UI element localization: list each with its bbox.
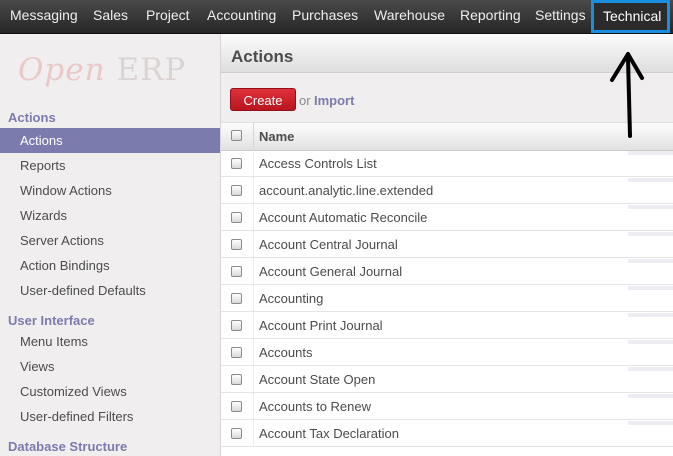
row-edge-shade xyxy=(628,421,673,425)
table-row[interactable]: Account State Open xyxy=(221,366,673,393)
column-name-header[interactable]: Name xyxy=(259,129,294,144)
row-divider xyxy=(253,393,254,419)
menu-purchases[interactable]: Purchases xyxy=(292,0,358,33)
menu-settings[interactable]: Settings xyxy=(535,0,586,33)
row-edge-shade xyxy=(628,205,673,209)
row-edge-shade xyxy=(628,151,673,155)
sidebar-item-action-bindings[interactable]: Action Bindings xyxy=(0,253,220,278)
row-checkbox[interactable] xyxy=(231,185,242,196)
table-row[interactable]: Accounts xyxy=(221,339,673,366)
section-actions-title: Actions xyxy=(8,110,56,125)
logo-open-text: Open xyxy=(18,52,106,88)
row-name-cell[interactable]: Account Tax Declaration xyxy=(259,426,399,441)
menu-reporting[interactable]: Reporting xyxy=(460,0,521,33)
row-name-cell[interactable]: Account Automatic Reconcile xyxy=(259,210,427,225)
table-row[interactable]: Accounts to Renew xyxy=(221,393,673,420)
table-row[interactable]: Account Tax Declaration xyxy=(221,420,673,447)
sidebar-item-customized-views[interactable]: Customized Views xyxy=(0,379,220,404)
openerp-logo: Open ERP xyxy=(18,52,186,88)
sidebar-item-user-defined-filters[interactable]: User-defined Filters xyxy=(0,404,220,429)
row-divider xyxy=(253,285,254,311)
sidebar-item-server-actions[interactable]: Server Actions xyxy=(0,228,220,253)
row-edge-shade xyxy=(628,340,673,344)
table-row[interactable]: Access Controls List xyxy=(221,150,673,177)
row-checkbox[interactable] xyxy=(231,266,242,277)
table-row[interactable]: Account Print Journal xyxy=(221,312,673,339)
row-name-cell[interactable]: Account State Open xyxy=(259,372,375,387)
or-text: or xyxy=(299,93,311,108)
sidebar: Open ERP Actions Actions Reports Window … xyxy=(0,34,221,456)
row-divider xyxy=(253,420,254,446)
row-divider xyxy=(253,231,254,257)
row-name-cell[interactable]: Accounts to Renew xyxy=(259,399,371,414)
menu-sales[interactable]: Sales xyxy=(93,0,128,33)
row-edge-shade xyxy=(628,394,673,398)
table-row[interactable]: Account Central Journal xyxy=(221,231,673,258)
row-checkbox[interactable] xyxy=(231,401,242,412)
row-divider xyxy=(253,150,254,176)
row-checkbox[interactable] xyxy=(231,374,242,385)
row-divider xyxy=(253,177,254,203)
menu-project[interactable]: Project xyxy=(146,0,190,33)
row-name-cell[interactable]: Accounts xyxy=(259,345,312,360)
select-all-checkbox[interactable] xyxy=(231,130,242,141)
row-name-cell[interactable]: Access Controls List xyxy=(259,156,377,171)
menu-accounting[interactable]: Accounting xyxy=(207,0,276,33)
section-database-structure-title: Database Structure xyxy=(8,439,128,454)
row-divider xyxy=(253,312,254,338)
table-row[interactable]: account.analytic.line.extended xyxy=(221,177,673,204)
menu-technical[interactable]: Technical xyxy=(591,0,670,33)
row-name-cell[interactable]: Accounting xyxy=(259,291,323,306)
row-edge-shade xyxy=(628,178,673,182)
row-checkbox[interactable] xyxy=(231,293,242,304)
sidebar-item-menu-items[interactable]: Menu Items xyxy=(0,329,220,354)
row-edge-shade xyxy=(628,367,673,371)
row-checkbox[interactable] xyxy=(231,239,242,250)
row-divider xyxy=(253,366,254,392)
import-link[interactable]: Import xyxy=(314,93,354,108)
header-divider xyxy=(253,123,254,150)
sidebar-item-user-defined-defaults[interactable]: User-defined Defaults xyxy=(0,278,220,303)
row-edge-shade xyxy=(628,232,673,236)
arrow-annotation-icon xyxy=(610,52,644,138)
table-row[interactable]: Account General Journal xyxy=(221,258,673,285)
sidebar-item-window-actions[interactable]: Window Actions xyxy=(0,178,220,203)
table-row[interactable]: Accounting xyxy=(221,285,673,312)
page-title: Actions xyxy=(231,47,294,66)
row-name-cell[interactable]: Account Central Journal xyxy=(259,237,398,252)
table-row[interactable]: Account Automatic Reconcile xyxy=(221,204,673,231)
row-checkbox[interactable] xyxy=(231,320,242,331)
row-divider xyxy=(253,339,254,365)
row-edge-shade xyxy=(628,286,673,290)
row-edge-shade xyxy=(628,313,673,317)
row-divider xyxy=(253,258,254,284)
row-divider xyxy=(253,204,254,230)
row-name-cell[interactable]: Account General Journal xyxy=(259,264,402,279)
sidebar-item-wizards[interactable]: Wizards xyxy=(0,203,220,228)
top-menu-bar: Messaging Sales Project Accounting Purch… xyxy=(0,0,673,34)
sidebar-item-views[interactable]: Views xyxy=(0,354,220,379)
sidebar-item-actions[interactable]: Actions xyxy=(0,128,220,153)
menu-messaging[interactable]: Messaging xyxy=(10,0,78,33)
menu-warehouse[interactable]: Warehouse xyxy=(374,0,445,33)
sidebar-item-reports[interactable]: Reports xyxy=(0,153,220,178)
row-checkbox[interactable] xyxy=(231,158,242,169)
row-name-cell[interactable]: account.analytic.line.extended xyxy=(259,183,433,198)
logo-erp-text: ERP xyxy=(116,52,187,88)
row-checkbox[interactable] xyxy=(231,212,242,223)
row-checkbox[interactable] xyxy=(231,347,242,358)
section-user-interface-title: User Interface xyxy=(8,313,95,328)
row-edge-shade xyxy=(628,259,673,263)
row-checkbox[interactable] xyxy=(231,428,242,439)
row-name-cell[interactable]: Account Print Journal xyxy=(259,318,383,333)
create-button[interactable]: Create xyxy=(230,88,296,111)
